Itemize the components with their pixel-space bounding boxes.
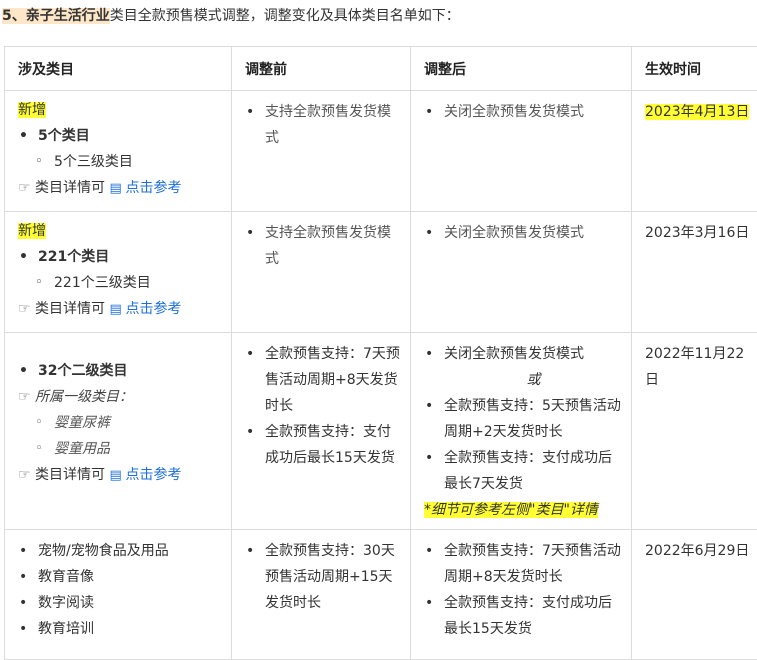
after-cell: 关闭全款预售发货模式 (411, 212, 632, 333)
after-cell: 关闭全款预售发货模式 (411, 91, 632, 212)
section-heading: 5、亲子生活行业类目全款预售模式调整，调整变化及具体类目名单如下： (2, 6, 460, 26)
or-separator: 或 (424, 367, 623, 393)
reference-link[interactable]: 点击参考 (125, 180, 181, 196)
table-row: 32个二级类目 ☞所属一级类目： 婴童尿裤 婴童用品 ☞类目详情可 ▤点击参考 … (5, 333, 757, 530)
date-cell: 2022年6月29日 (632, 530, 757, 660)
effective-date: 2023年4月13日 (645, 104, 749, 120)
before-item: 支持全款预售发货模式 (245, 99, 402, 151)
new-tag: 新增 (18, 223, 46, 239)
category-table: 涉及类目 调整前 调整后 生效时间 新增 5个类目 5个三级类目 ☞类目详情可 … (4, 46, 757, 660)
category-cell: 32个二级类目 ☞所属一级类目： 婴童尿裤 婴童用品 ☞类目详情可 ▤点击参考 (5, 333, 232, 530)
table-row: 宠物/宠物食品及用品 教育音像 数字阅读 教育培训 全款预售支持：30天预售活动… (5, 530, 757, 660)
date-cell: 2023年3月16日 (632, 212, 757, 333)
after-item: 全款预售支持：7天预售活动周期+8天发货时长 (424, 538, 623, 590)
category-cell: 新增 221个类目 221个三级类目 ☞类目详情可 ▤点击参考 (5, 212, 232, 333)
reference-link[interactable]: 点击参考 (125, 301, 181, 317)
hand-pointing-icon: ☞ (18, 296, 35, 322)
effective-date: 2023年3月16日 (645, 225, 749, 241)
document-icon: ▤ (109, 297, 125, 323)
after-item: 关闭全款预售发货模式 (424, 341, 623, 367)
date-cell: 2022年11月22日 (632, 333, 757, 530)
parent-category-label: ☞所属一级类目： (18, 384, 223, 410)
before-item: 支持全款预售发货模式 (245, 220, 402, 272)
before-item: 全款预售支持：30天预售活动周期+15天发货时长 (245, 538, 402, 616)
reference-link[interactable]: 点击参考 (125, 467, 181, 483)
header-category: 涉及类目 (5, 47, 232, 91)
effective-date: 2022年6月29日 (645, 543, 749, 559)
after-cell: 全款预售支持：7天预售活动周期+8天发货时长 全款预售支持：支付成功后最长15天… (411, 530, 632, 660)
after-item: 关闭全款预售发货模式 (424, 220, 623, 246)
section-heading-text: 类目全款预售模式调整，调整变化及具体类目名单如下： (110, 8, 460, 24)
hand-pointing-icon: ☞ (18, 462, 35, 488)
new-tag: 新增 (18, 102, 46, 118)
parent-category-item: 婴童尿裤 (18, 410, 223, 436)
parent-category-item: 婴童用品 (18, 436, 223, 462)
date-cell: 2023年4月13日 (632, 91, 757, 212)
after-item: 全款预售支持：5天预售活动周期+2天发货时长 (424, 393, 623, 445)
document-icon: ▤ (109, 463, 125, 489)
header-before: 调整前 (232, 47, 411, 91)
after-cell: 关闭全款预售发货模式 或 全款预售支持：5天预售活动周期+2天发货时长 全款预售… (411, 333, 632, 530)
before-item: 全款预售支持：支付成功后最长15天发货 (245, 419, 402, 471)
category-count: 32个二级类目 (18, 358, 223, 384)
category-count: 221个类目 (18, 244, 223, 270)
sub-category-count: 5个三级类目 (18, 149, 223, 175)
before-cell: 全款预售支持：7天预售活动周期+8天发货时长 全款预售支持：支付成功后最长15天… (232, 333, 411, 530)
category-item: 数字阅读 (18, 590, 223, 616)
category-item: 宠物/宠物食品及用品 (18, 538, 223, 564)
document-icon: ▤ (109, 176, 125, 202)
table-row: 新增 5个类目 5个三级类目 ☞类目详情可 ▤点击参考 支持全款预售发货模式 关… (5, 91, 757, 212)
before-item: 全款预售支持：7天预售活动周期+8天发货时长 (245, 341, 402, 419)
hand-pointing-icon: ☞ (18, 384, 35, 410)
table-header-row: 涉及类目 调整前 调整后 生效时间 (5, 47, 757, 91)
before-cell: 全款预售支持：30天预售活动周期+15天发货时长 (232, 530, 411, 660)
before-cell: 支持全款预售发货模式 (232, 91, 411, 212)
header-date: 生效时间 (632, 47, 757, 91)
after-item: 全款预售支持：支付成功后最长15天发货 (424, 590, 623, 642)
after-item: 全款预售支持：支付成功后最长7天发货 (424, 445, 623, 497)
hand-pointing-icon: ☞ (18, 175, 35, 201)
effective-date: 2022年11月22日 (645, 346, 744, 388)
category-count: 5个类目 (18, 123, 223, 149)
after-item: 关闭全款预售发货模式 (424, 99, 623, 125)
section-heading-highlight: 5、亲子生活行业 (2, 8, 110, 24)
category-cell: 新增 5个类目 5个三级类目 ☞类目详情可 ▤点击参考 (5, 91, 232, 212)
category-item: 教育培训 (18, 616, 223, 642)
category-cell: 宠物/宠物食品及用品 教育音像 数字阅读 教育培训 (5, 530, 232, 660)
header-after: 调整后 (411, 47, 632, 91)
category-detail-line: ☞类目详情可 ▤点击参考 (18, 175, 223, 202)
table-row: 新增 221个类目 221个三级类目 ☞类目详情可 ▤点击参考 支持全款预售发货… (5, 212, 757, 333)
detail-note: *细节可参考左侧"类目"详情 (424, 502, 598, 518)
category-detail-line: ☞类目详情可 ▤点击参考 (18, 462, 223, 489)
before-cell: 支持全款预售发货模式 (232, 212, 411, 333)
category-item: 教育音像 (18, 564, 223, 590)
sub-category-count: 221个三级类目 (18, 270, 223, 296)
category-detail-line: ☞类目详情可 ▤点击参考 (18, 296, 223, 323)
